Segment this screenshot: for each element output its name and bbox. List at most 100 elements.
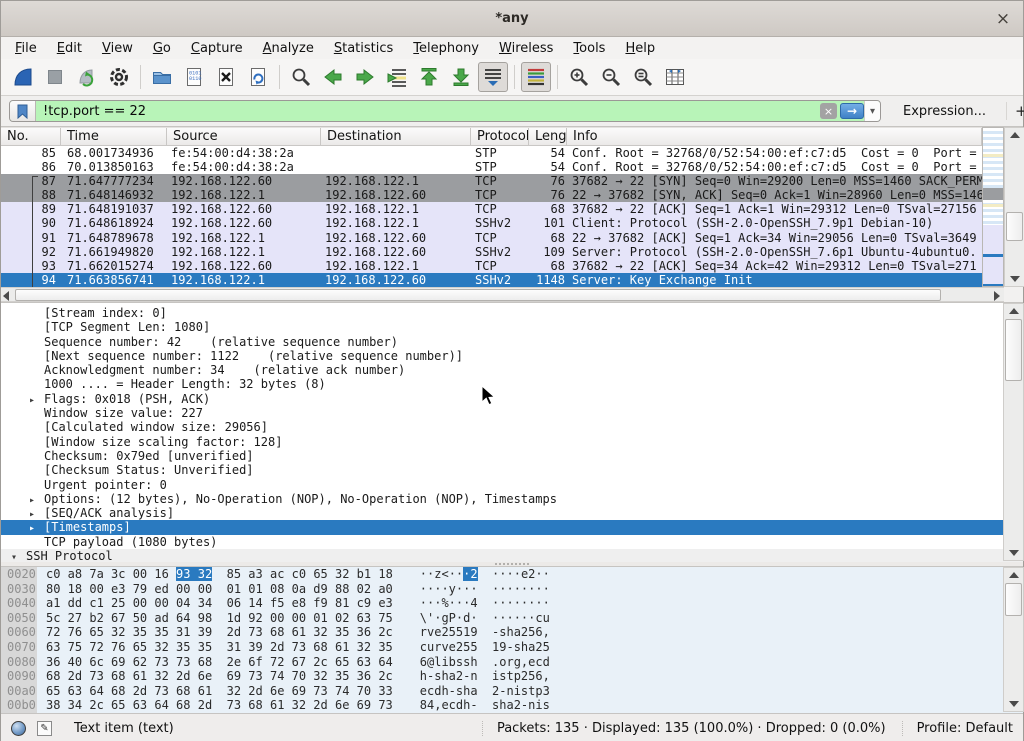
zoom-out-icon[interactable]	[596, 62, 626, 92]
hex-row[interactable]: 00a065 63 64 68 2d 73 68 61 32 2d 6e 69 …	[1, 684, 1023, 699]
detail-line[interactable]: Sequence number: 42 (relative sequence n…	[1, 335, 1023, 349]
filter-text[interactable]: !tcp.port == 22	[36, 104, 820, 119]
display-filter-input[interactable]: !tcp.port == 22 × → ▾	[9, 100, 881, 122]
add-filter-button[interactable]: +	[1006, 102, 1024, 120]
hex-selected-bytes[interactable]: 93 32	[176, 567, 212, 581]
go-last-packet-icon[interactable]	[446, 62, 476, 92]
hex-row[interactable]: 0040a1 dd c1 25 00 00 04 34 06 14 f5 e8 …	[1, 596, 1023, 611]
auto-scroll-icon[interactable]	[478, 62, 508, 92]
column-header-source[interactable]: Source	[167, 128, 321, 145]
scroll-down-icon[interactable]	[1005, 272, 1024, 286]
filter-bookmark-icon[interactable]	[10, 101, 36, 121]
packet-row[interactable]: 9271.661949820192.168.122.1192.168.122.6…	[1, 245, 982, 259]
go-back-icon[interactable]	[318, 62, 348, 92]
detail-line[interactable]: [Calculated window size: 29056]	[1, 420, 1023, 434]
packet-row-selected[interactable]: 9471.663856741192.168.122.1192.168.122.6…	[1, 273, 982, 287]
start-capture-icon[interactable]	[8, 62, 38, 92]
open-file-icon[interactable]	[147, 62, 177, 92]
capture-comment-icon[interactable]: ✎	[37, 721, 52, 736]
hex-row[interactable]: 006072 76 65 32 35 35 31 39 2d 73 68 61 …	[1, 625, 1023, 640]
hex-row[interactable]: 00b038 34 2c 65 63 64 68 2d 73 68 61 32 …	[1, 698, 1023, 713]
hex-row[interactable]: 008036 40 6c 69 62 73 73 68 2e 6f 72 67 …	[1, 655, 1023, 670]
column-header-destination[interactable]: Destination	[321, 128, 471, 145]
close-file-icon[interactable]	[211, 62, 241, 92]
filter-dropdown-icon[interactable]: ▾	[864, 101, 880, 121]
hex-scrollbar[interactable]	[1003, 567, 1024, 712]
menu-wireless[interactable]: Wireless	[489, 39, 563, 58]
menu-statistics[interactable]: Statistics	[324, 39, 403, 58]
scroll-up-icon[interactable]	[1004, 304, 1023, 318]
scrollbar-thumb[interactable]	[1006, 212, 1023, 241]
expert-info-icon[interactable]	[11, 721, 26, 736]
packet-list-scrollbar[interactable]	[1004, 127, 1024, 287]
detail-line[interactable]: Urgent pointer: 0	[1, 478, 1023, 492]
detail-line[interactable]: ▾SSH Protocol	[1, 549, 1023, 562]
profile-text[interactable]: Profile: Default	[902, 721, 1013, 736]
menu-go[interactable]: Go	[143, 39, 181, 58]
menu-tools[interactable]: Tools	[563, 39, 615, 58]
zoom-in-icon[interactable]	[564, 62, 594, 92]
stop-capture-icon[interactable]	[40, 62, 70, 92]
scroll-up-icon[interactable]	[1004, 568, 1023, 582]
scroll-right-icon[interactable]	[994, 290, 1000, 301]
menu-edit[interactable]: Edit	[47, 39, 92, 58]
hex-row[interactable]: 003080 18 00 e3 79 ed 00 00 01 01 08 0a …	[1, 582, 1023, 597]
column-header-length[interactable]: Length	[529, 128, 567, 145]
go-forward-icon[interactable]	[350, 62, 380, 92]
save-file-icon[interactable]: 01010110	[179, 62, 209, 92]
packet-row[interactable]: 8568.001734936fe:54:00:d4:38:2aSTP54Conf…	[1, 146, 982, 160]
detail-line[interactable]: [TCP Segment Len: 1080]	[1, 320, 1023, 334]
ascii-selected-bytes[interactable]: ·2	[463, 567, 477, 581]
close-window-button[interactable]: ×	[993, 9, 1013, 29]
hex-row[interactable]: 009068 2d 73 68 61 32 2d 6e 69 73 74 70 …	[1, 669, 1023, 684]
filter-clear-icon[interactable]: ×	[820, 103, 837, 119]
packet-row[interactable]: 8971.648191037192.168.122.60192.168.122.…	[1, 202, 982, 216]
packet-row[interactable]: 9071.648618924192.168.122.60192.168.122.…	[1, 216, 982, 230]
packet-row[interactable]: 9171.648789678192.168.122.1192.168.122.6…	[1, 231, 982, 245]
detail-line[interactable]: [Stream index: 0]	[1, 306, 1023, 320]
hscrollbar-thumb[interactable]	[15, 289, 941, 301]
detail-line[interactable]: Checksum: 0x79ed [unverified]	[1, 449, 1023, 463]
go-first-packet-icon[interactable]	[414, 62, 444, 92]
packet-row[interactable]: 8871.648146932192.168.122.1192.168.122.6…	[1, 188, 982, 202]
go-to-packet-icon[interactable]	[382, 62, 412, 92]
detail-line[interactable]: [Window size scaling factor: 128]	[1, 435, 1023, 449]
capture-options-icon[interactable]	[104, 62, 134, 92]
menu-capture[interactable]: Capture	[181, 39, 253, 58]
detail-line[interactable]: Acknowledgment number: 34 (relative ack …	[1, 363, 1023, 377]
hex-row[interactable]: 0020c0 a8 7a 3c 00 16 93 32 85 a3 ac c0 …	[1, 567, 1023, 582]
intelligent-scrollbar-minimap[interactable]	[982, 127, 1004, 287]
packet-list-hscrollbar[interactable]	[1, 287, 1004, 302]
menu-telephony[interactable]: Telephony	[403, 39, 489, 58]
scroll-down-icon[interactable]	[1004, 697, 1023, 711]
packet-row[interactable]: 8670.013850163fe:54:00:d4:38:2aSTP54Conf…	[1, 160, 982, 174]
scroll-left-icon[interactable]	[3, 290, 9, 301]
packet-row[interactable]: 8771.647777234192.168.122.60192.168.122.…	[1, 174, 982, 188]
packet-row[interactable]: 9371.662015274192.168.122.60192.168.122.…	[1, 259, 982, 273]
details-scrollbar[interactable]	[1003, 303, 1024, 561]
expression-button[interactable]: Expression...	[893, 104, 996, 119]
detail-line-selected[interactable]: ▸[Timestamps]	[1, 520, 1023, 534]
reload-file-icon[interactable]	[243, 62, 273, 92]
menu-analyze[interactable]: Analyze	[253, 39, 324, 58]
expander-icon[interactable]: ▾	[11, 551, 26, 562]
zoom-reset-icon[interactable]	[628, 62, 658, 92]
scrollbar-thumb[interactable]	[1005, 319, 1022, 381]
filter-apply-icon[interactable]: →	[840, 103, 864, 119]
detail-line[interactable]: Window size value: 227	[1, 406, 1023, 420]
hex-row[interactable]: 007063 75 72 76 65 32 35 35 31 39 2d 73 …	[1, 640, 1023, 655]
menu-view[interactable]: View	[92, 39, 143, 58]
column-header-no[interactable]: No.	[1, 128, 61, 145]
detail-line[interactable]: TCP payload (1080 bytes)	[1, 535, 1023, 549]
detail-line[interactable]: ▸Flags: 0x018 (PSH, ACK)	[1, 392, 1023, 406]
menu-help[interactable]: Help	[615, 39, 665, 58]
detail-line[interactable]: 1000 .... = Header Length: 32 bytes (8)	[1, 377, 1023, 391]
find-packet-icon[interactable]	[286, 62, 316, 92]
detail-line[interactable]: ▸[SEQ/ACK analysis]	[1, 506, 1023, 520]
detail-line[interactable]: ▸Options: (12 bytes), No-Operation (NOP)…	[1, 492, 1023, 506]
scroll-up-icon[interactable]	[1005, 128, 1024, 142]
scrollbar-thumb[interactable]	[1005, 583, 1022, 616]
detail-line[interactable]: [Checksum Status: Unverified]	[1, 463, 1023, 477]
menu-file[interactable]: File	[5, 39, 47, 58]
scroll-down-icon[interactable]	[1004, 546, 1023, 560]
